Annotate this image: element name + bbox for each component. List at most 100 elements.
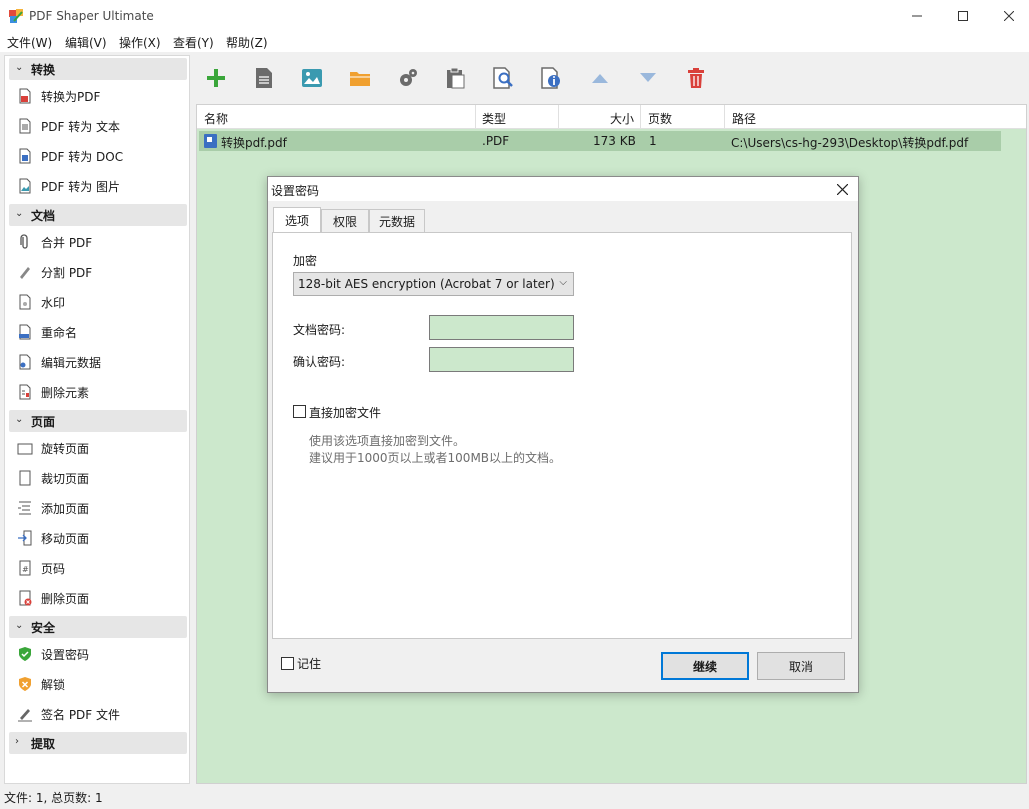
delete-icon [688,68,704,88]
menu-action[interactable]: 操作(X) [119,34,161,51]
rotate-page-icon [17,443,33,455]
sidebar-item-rename[interactable]: 重命名 [15,321,185,343]
sidebar-item-label: 设置密码 [41,648,90,662]
section-extract[interactable]: › 提取 [9,732,187,754]
move-down-button[interactable] [634,64,662,92]
sidebar-item-label: 页码 [41,562,66,576]
status-bar: 文件: 1, 总页数: 1 [0,786,1029,809]
minimize-button[interactable] [894,0,940,32]
sidebar-item-convert-to-pdf[interactable]: 转换为PDF [15,85,185,107]
column-divider[interactable] [640,105,641,129]
section-convert[interactable]: ⌄ 转换 [9,58,187,80]
open-folder-button[interactable] [346,64,374,92]
doc-password-field[interactable] [429,315,574,340]
sidebar-item-pdf-to-doc[interactable]: PDF 转为 DOC [15,145,185,167]
svg-text:#: # [22,565,29,574]
column-header-name[interactable]: 名称 [204,110,228,127]
sidebar-item-crop-pages[interactable]: 裁切页面 [15,467,185,489]
direct-encrypt-checkbox[interactable] [293,405,306,418]
menu-file[interactable]: 文件(W) [7,34,52,51]
app-logo-icon [9,9,23,23]
column-header-pages[interactable]: 页数 [648,110,672,127]
sidebar-item-pdf-to-text[interactable]: PDF 转为 文本 [15,115,185,137]
table-row[interactable]: 转换pdf.pdf .PDF 173 KB 1 C:\Users\cs-hg-2… [199,131,1001,151]
delete-button[interactable] [682,64,710,92]
section-pages[interactable]: ⌄ 页面 [9,410,187,432]
close-icon [836,183,848,195]
sidebar-item-label: 裁切页面 [41,472,90,486]
sidebar-item-remove-elements[interactable]: 删除元素 [15,381,185,403]
add-page-icon [18,501,31,515]
menu-view[interactable]: 查看(Y) [173,34,214,51]
toolbar [194,56,1029,100]
chevron-down-icon: ⌄ [15,208,24,219]
cancel-button[interactable]: 取消 [757,652,845,680]
sidebar-item-page-numbers[interactable]: # 页码 [15,557,185,579]
cell-type: .PDF [482,134,510,148]
section-security[interactable]: ⌄ 安全 [9,616,187,638]
chevron-right-icon: › [15,736,19,747]
sidebar-item-edit-metadata[interactable]: 编辑元数据 [15,351,185,373]
continue-button[interactable]: 继续 [661,652,749,680]
column-divider[interactable] [724,105,725,129]
encryption-select-value: 128-bit AES encryption (Acrobat 7 or lat… [298,277,555,291]
sidebar-item-set-password[interactable]: 设置密码 [15,643,185,665]
close-button[interactable] [986,0,1029,32]
clipboard-button[interactable] [442,64,470,92]
sidebar: ⌄ 转换 转换为PDF PDF 转为 文本 PDF 转为 DOC PDF 转为 … [4,55,190,784]
section-document[interactable]: ⌄ 文档 [9,204,187,226]
tab-permissions[interactable]: 权限 [321,209,369,232]
search-document-button[interactable] [490,64,518,92]
sidebar-item-delete-pages[interactable]: 删除页面 [15,587,185,609]
arrow-up-icon [592,74,608,83]
cell-path: C:\Users\cs-hg-293\Desktop\转换pdf.pdf [731,136,969,150]
menu-edit[interactable]: 编辑(V) [65,34,107,51]
confirm-password-field[interactable] [429,347,574,372]
sidebar-item-unlock[interactable]: 解锁 [15,673,185,695]
menu-help[interactable]: 帮助(Z) [226,34,268,51]
sidebar-item-watermark[interactable]: 水印 [15,291,185,313]
sidebar-item-label: 合并 PDF [41,236,93,250]
sidebar-item-pdf-to-image[interactable]: PDF 转为 图片 [15,175,185,197]
column-divider[interactable] [475,105,476,129]
sidebar-item-label: 添加页面 [41,502,90,516]
clipboard-icon [447,67,465,89]
pencil-icon [20,267,30,279]
chevron-down-icon: ⌄ [15,414,24,425]
add-button[interactable] [202,64,230,92]
encryption-select[interactable]: 128-bit AES encryption (Acrobat 7 or lat… [293,272,574,296]
move-up-button[interactable] [586,64,614,92]
section-label: 提取 [31,737,56,751]
tab-options[interactable]: 选项 [273,207,321,233]
document-button[interactable] [250,64,278,92]
image-file-icon [19,178,31,194]
sidebar-item-sign-pdf[interactable]: 签名 PDF 文件 [15,703,185,725]
chevron-down-icon: ⌄ [15,62,24,73]
column-divider[interactable] [558,105,559,129]
watermark-icon [19,294,31,310]
status-text: 文件: 1, 总页数: 1 [4,791,103,805]
pen-sign-icon [18,709,32,722]
info-button[interactable] [538,64,566,92]
column-header-size[interactable]: 大小 [610,110,634,127]
doc-password-label: 文档密码: [293,323,346,337]
info-icon [541,67,560,89]
direct-encrypt-label[interactable]: 直接加密文件 [309,404,381,421]
remember-checkbox[interactable] [281,657,294,670]
pdf-file-icon [19,88,31,104]
maximize-button[interactable] [940,0,986,32]
sidebar-item-move-pages[interactable]: 移动页面 [15,527,185,549]
remember-label[interactable]: 记住 [297,655,321,672]
dialog-close-button[interactable] [830,178,854,200]
column-header-path[interactable]: 路径 [732,110,756,127]
sidebar-item-label: PDF 转为 DOC [41,150,124,164]
sidebar-item-split-pdf[interactable]: 分割 PDF [15,261,185,283]
image-button[interactable] [298,64,326,92]
settings-button[interactable] [394,64,422,92]
sidebar-item-add-pages[interactable]: 添加页面 [15,497,185,519]
column-header-type[interactable]: 类型 [482,110,506,127]
sidebar-item-merge-pdf[interactable]: 合并 PDF [15,231,185,253]
tab-metadata[interactable]: 元数据 [369,209,425,232]
sidebar-item-rotate-pages[interactable]: 旋转页面 [15,437,185,459]
section-label: 安全 [31,621,56,635]
